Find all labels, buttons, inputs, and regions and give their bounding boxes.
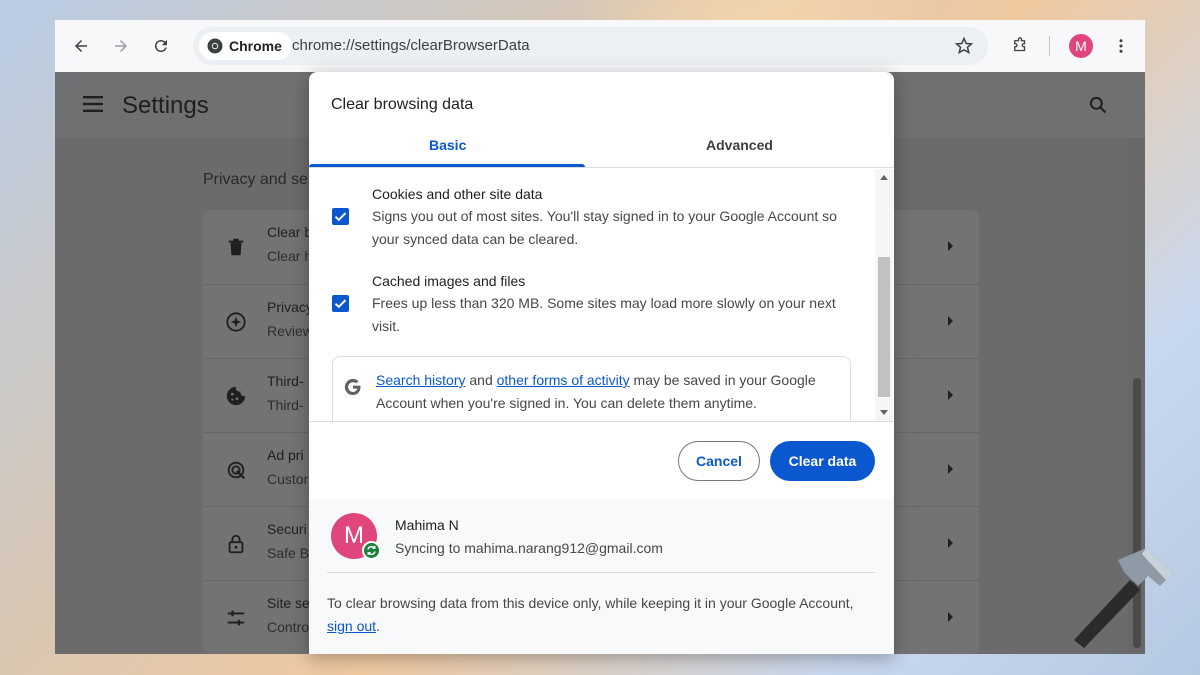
address-bar[interactable]: Chrome chrome://settings/clearBrowserDat… xyxy=(193,27,988,65)
google-activity-text: Search history and other forms of activi… xyxy=(376,369,846,415)
active-tab-indicator xyxy=(309,164,585,167)
search-history-link[interactable]: Search history xyxy=(376,372,465,388)
row-subtitle: Custor xyxy=(267,471,309,487)
row-subtitle: Clear h xyxy=(267,248,313,264)
google-activity-notice: Search history and other forms of activi… xyxy=(332,356,851,421)
row-subtitle: Contro xyxy=(267,619,310,635)
cookie-icon xyxy=(226,386,246,406)
sync-status: Syncing to mahima.narang912@gmail.com xyxy=(395,540,663,556)
row-subtitle: Review xyxy=(267,323,313,339)
tab-basic[interactable]: Basic xyxy=(429,137,466,153)
dialog-options-list: Cookies and other site data Signs you ou… xyxy=(309,169,894,421)
forward-button[interactable] xyxy=(107,32,135,60)
option-title: Cookies and other site data xyxy=(372,186,543,202)
sign-out-link[interactable]: sign out xyxy=(327,618,376,634)
sliders-icon xyxy=(227,610,245,626)
scroll-up-arrow-icon[interactable] xyxy=(880,175,888,180)
browser-toolbar: Chrome chrome://settings/clearBrowserDat… xyxy=(55,20,1145,72)
section-heading: Privacy and se xyxy=(203,171,308,188)
search-icon[interactable] xyxy=(1088,95,1108,115)
scroll-down-arrow-icon[interactable] xyxy=(880,410,888,415)
site-info-chip[interactable]: Chrome xyxy=(199,32,292,60)
sync-icon xyxy=(367,545,376,556)
reload-icon xyxy=(154,39,167,52)
option-description: Signs you out of most sites. You'll stay… xyxy=(372,208,837,247)
footer-divider xyxy=(327,572,875,573)
privacy-guide-icon xyxy=(226,312,246,332)
dialog-tabs: Basic Advanced xyxy=(309,130,894,168)
notice-text: and xyxy=(465,372,497,388)
chevron-right-icon xyxy=(948,241,953,251)
chevron-right-icon xyxy=(948,538,953,548)
reload-button[interactable] xyxy=(147,32,175,60)
ad-privacy-icon xyxy=(227,461,246,480)
other-activity-link[interactable]: other forms of activity xyxy=(497,372,630,388)
dialog-scrollbar-thumb[interactable] xyxy=(878,257,890,397)
checkmark-icon xyxy=(334,212,347,222)
row-title: Privacy xyxy=(267,299,313,315)
arrow-right-icon xyxy=(115,40,127,52)
row-title: Clear b xyxy=(267,224,313,240)
row-title: Ad pri xyxy=(267,447,304,463)
kebab-menu-icon xyxy=(1119,39,1123,53)
cache-checkbox[interactable] xyxy=(332,295,349,312)
google-g-icon xyxy=(344,378,361,396)
puzzle-icon xyxy=(1014,37,1026,52)
trash-icon xyxy=(228,238,244,256)
option-description: Frees up less than 320 MB. Some sites ma… xyxy=(372,295,836,334)
dialog-footer: M Mahima N Syncing to mahima.narang912@g… xyxy=(309,499,894,654)
row-subtitle: Third- xyxy=(267,397,304,413)
extensions-button[interactable] xyxy=(1006,32,1034,60)
back-button[interactable] xyxy=(67,32,95,60)
cookies-checkbox[interactable] xyxy=(332,208,349,225)
toolbar-divider xyxy=(1049,36,1050,56)
dialog-title: Clear browsing data xyxy=(331,96,474,113)
page-title: Settings xyxy=(122,92,209,119)
chevron-right-icon xyxy=(948,464,953,474)
chip-label: Chrome xyxy=(229,38,282,54)
row-subtitle: Safe B xyxy=(267,545,310,561)
note-text: . xyxy=(376,618,380,634)
url-text[interactable]: chrome://settings/clearBrowserData xyxy=(292,37,530,54)
sync-badge xyxy=(362,541,381,560)
tab-advanced[interactable]: Advanced xyxy=(706,137,773,153)
cancel-button[interactable]: Cancel xyxy=(678,441,760,481)
menu-button[interactable] xyxy=(1107,32,1135,60)
chrome-logo-icon xyxy=(207,38,223,54)
profile-avatar[interactable]: M xyxy=(1069,34,1093,58)
row-title: Site se xyxy=(267,595,310,611)
note-text: To clear browsing data from this device … xyxy=(327,595,854,611)
clear-data-button[interactable]: Clear data xyxy=(770,441,875,481)
bookmark-star-icon[interactable] xyxy=(954,36,974,56)
arrow-left-icon xyxy=(75,40,87,52)
lock-icon xyxy=(228,534,244,554)
row-title: Third- xyxy=(267,373,304,389)
clear-browsing-data-dialog: Clear browsing data Basic Advanced Cooki… xyxy=(309,72,894,654)
dialog-actions: Cancel Clear data xyxy=(309,421,894,499)
checkmark-icon xyxy=(334,299,347,309)
sign-out-note: To clear browsing data from this device … xyxy=(327,592,867,638)
chevron-right-icon xyxy=(948,316,953,326)
chevron-right-icon xyxy=(948,612,953,622)
option-title: Cached images and files xyxy=(372,273,526,289)
chevron-right-icon xyxy=(948,390,953,400)
hammer-logo-icon xyxy=(1074,548,1172,648)
dialog-scrollbar[interactable] xyxy=(875,169,893,421)
hamburger-menu-icon[interactable] xyxy=(83,96,103,112)
row-title: Securi xyxy=(267,521,307,537)
account-name: Mahima N xyxy=(395,517,459,533)
